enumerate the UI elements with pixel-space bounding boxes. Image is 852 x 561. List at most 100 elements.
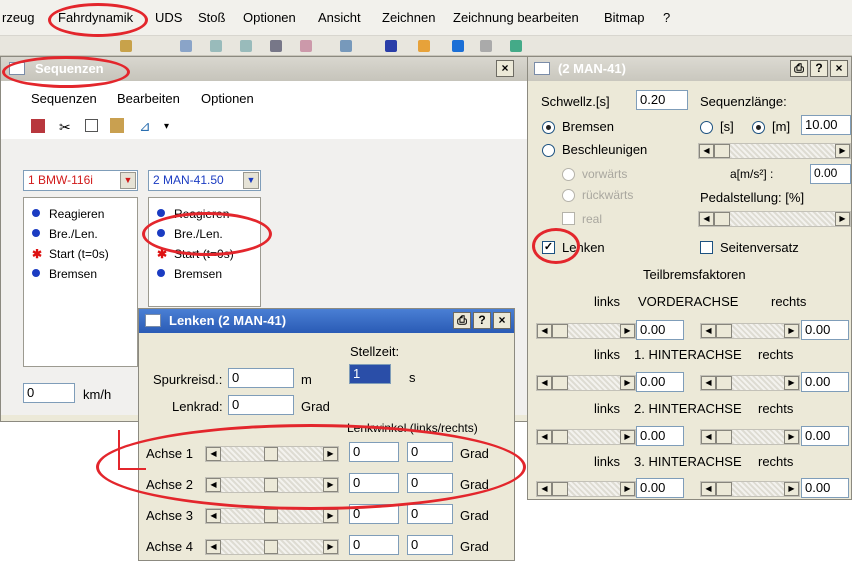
menu-optionen[interactable]: Optionen <box>243 10 296 25</box>
pedal-slider[interactable]: ◀ ▶ <box>698 211 851 227</box>
tool-icon[interactable] <box>270 40 282 52</box>
beschleunigen-radio[interactable] <box>542 144 555 157</box>
axle-left-slider[interactable]: ◀ ▶ <box>536 429 636 445</box>
arrow-right-icon[interactable]: ▶ <box>620 376 635 390</box>
slider-thumb[interactable] <box>714 212 730 226</box>
arrow-right-icon[interactable]: ▶ <box>620 324 635 338</box>
scissors-icon[interactable]: ✂ <box>59 119 71 136</box>
arrow-right-icon[interactable]: ▶ <box>323 447 338 461</box>
help-button[interactable]: ? <box>473 312 491 329</box>
achse-left-input[interactable]: 0 <box>349 504 399 524</box>
arrow-left-icon[interactable]: ◀ <box>206 478 221 492</box>
axle-right-slider[interactable]: ◀ ▶ <box>700 481 800 497</box>
list-item[interactable]: Bre./Len. <box>157 227 223 241</box>
tool-icon[interactable] <box>180 40 192 52</box>
arrow-right-icon[interactable]: ▶ <box>620 430 635 444</box>
slider-thumb[interactable] <box>552 324 568 338</box>
slider-thumb[interactable] <box>716 482 732 496</box>
menu-fahrzeug[interactable]: rzeug <box>2 10 35 25</box>
close-button[interactable]: × <box>496 60 514 77</box>
axle-left-slider[interactable]: ◀ ▶ <box>536 481 636 497</box>
arrow-left-icon[interactable]: ◀ <box>206 447 221 461</box>
arrow-left-icon[interactable]: ◀ <box>701 482 716 496</box>
seqlen-input[interactable]: 10.00 <box>801 115 851 135</box>
slider-thumb[interactable] <box>264 447 278 461</box>
axle-right-input[interactable]: 0.00 <box>801 478 849 498</box>
list-item[interactable]: Reagieren <box>32 207 104 221</box>
arrow-left-icon[interactable]: ◀ <box>699 212 714 226</box>
axle-right-slider[interactable]: ◀ ▶ <box>700 323 800 339</box>
achse-right-input[interactable]: 0 <box>407 504 453 524</box>
print-button[interactable]: ⎙ <box>790 60 808 77</box>
arrow-right-icon[interactable]: ▶ <box>323 478 338 492</box>
slider-thumb[interactable] <box>716 430 732 444</box>
arrow-left-icon[interactable]: ◀ <box>537 430 552 444</box>
slider-thumb[interactable] <box>716 324 732 338</box>
arrow-left-icon[interactable]: ◀ <box>537 482 552 496</box>
menu-bitmap[interactable]: Bitmap <box>604 10 644 25</box>
arrow-left-icon[interactable]: ◀ <box>206 540 221 554</box>
arrow-left-icon[interactable]: ◀ <box>701 324 716 338</box>
achse-left-input[interactable]: 0 <box>349 442 399 462</box>
arrow-left-icon[interactable]: ◀ <box>206 509 221 523</box>
tool-icon[interactable] <box>480 40 492 52</box>
arrow-right-icon[interactable]: ▶ <box>620 482 635 496</box>
arrow-right-icon[interactable]: ▶ <box>784 482 799 496</box>
slider-thumb[interactable] <box>716 376 732 390</box>
stellzeit-input[interactable]: 1 <box>349 364 391 384</box>
list-item[interactable]: ✱ Start (t=0s) <box>32 247 109 261</box>
vehicle2-combo[interactable]: 2 MAN-41.50 ▼ <box>148 170 261 191</box>
real-checkbox[interactable] <box>562 212 575 225</box>
slider-thumb[interactable] <box>552 482 568 496</box>
tool-icon[interactable] <box>340 40 352 52</box>
slider-thumb[interactable] <box>714 144 730 158</box>
menu-uds[interactable]: UDS <box>155 10 182 25</box>
speed-input[interactable]: 0 <box>23 383 75 403</box>
chevron-down-icon[interactable]: ▼ <box>120 172 136 189</box>
arrow-right-icon[interactable]: ▶ <box>784 376 799 390</box>
arrow-left-icon[interactable]: ◀ <box>701 430 716 444</box>
unit-m-radio[interactable] <box>752 121 765 134</box>
chevron-down-icon[interactable]: ▼ <box>243 172 259 189</box>
arrow-right-icon[interactable]: ▶ <box>323 540 338 554</box>
axle-left-input[interactable]: 0.00 <box>636 478 684 498</box>
vorwaerts-radio[interactable] <box>562 168 575 181</box>
menu-bearbeiten[interactable]: Bearbeiten <box>117 91 180 106</box>
lenkrad-input[interactable]: 0 <box>228 395 294 415</box>
list-item[interactable]: Bre./Len. <box>32 227 98 241</box>
achse-slider[interactable]: ◀ ▶ <box>205 508 339 524</box>
cut-icon[interactable] <box>31 119 45 133</box>
arrow-right-icon[interactable]: ▶ <box>835 212 850 226</box>
bremsen-radio[interactable] <box>542 121 555 134</box>
list-item[interactable]: Bremsen <box>157 267 222 281</box>
achse-left-input[interactable]: 0 <box>349 473 399 493</box>
slider-thumb[interactable] <box>264 478 278 492</box>
copy-icon[interactable] <box>85 119 98 132</box>
arrow-left-icon[interactable]: ◀ <box>701 376 716 390</box>
menu-sequenzen[interactable]: Sequenzen <box>31 91 97 106</box>
close-button[interactable]: × <box>493 312 511 329</box>
tool-icon[interactable] <box>510 40 522 52</box>
dropdown-icon[interactable]: ▾ <box>164 121 169 132</box>
slider-thumb[interactable] <box>264 540 278 554</box>
axle-left-input[interactable]: 0.00 <box>636 320 684 340</box>
achse-right-input[interactable]: 0 <box>407 473 453 493</box>
axle-left-slider[interactable]: ◀ ▶ <box>536 375 636 391</box>
axle-right-slider[interactable]: ◀ ▶ <box>700 429 800 445</box>
slider-thumb[interactable] <box>552 430 568 444</box>
axle-right-input[interactable]: 0.00 <box>801 320 849 340</box>
seitenversatz-checkbox[interactable] <box>700 241 713 254</box>
print-button[interactable]: ⎙ <box>453 312 471 329</box>
tool-icon[interactable] <box>240 40 252 52</box>
seqlen-slider[interactable]: ◀ ▶ <box>698 143 851 159</box>
axle-left-input[interactable]: 0.00 <box>636 426 684 446</box>
achse-right-input[interactable]: 0 <box>407 535 453 555</box>
menu-fahrdynamik[interactable]: Fahrdynamik <box>58 10 133 25</box>
axle-left-input[interactable]: 0.00 <box>636 372 684 392</box>
arrow-right-icon[interactable]: ▶ <box>784 430 799 444</box>
arrow-left-icon[interactable]: ◀ <box>699 144 714 158</box>
axle-left-slider[interactable]: ◀ ▶ <box>536 323 636 339</box>
list-item[interactable]: Reagieren <box>157 207 229 221</box>
vehicle1-combo[interactable]: 1 BMW-116i ▼ <box>23 170 138 191</box>
axle-right-slider[interactable]: ◀ ▶ <box>700 375 800 391</box>
